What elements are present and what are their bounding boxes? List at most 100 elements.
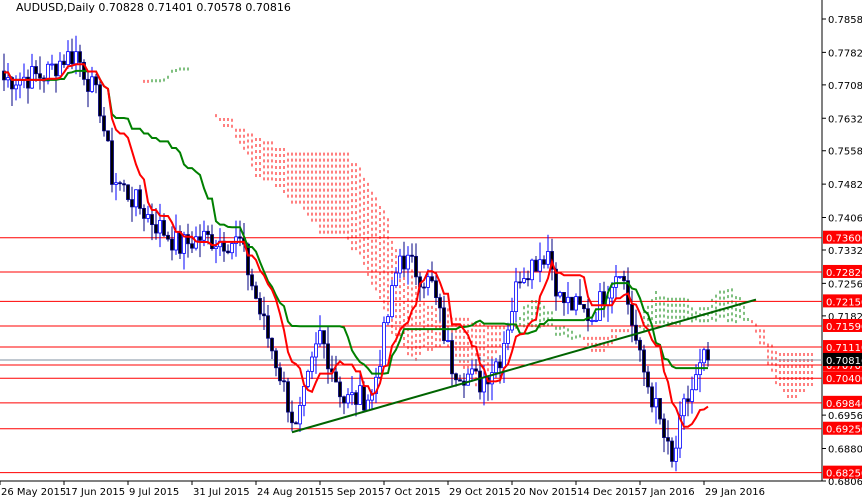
candle-body [430,276,434,282]
candle-body [558,292,562,297]
symbol-label: AUDUSD,Daily [16,1,95,14]
tenkan-sen-line [4,63,709,428]
time-tick-label: 17 Jun 2015 [65,487,125,498]
candle-body [310,356,314,372]
price-tick-label: 0.68800 [828,445,862,456]
level-label: 0.72820 [826,268,862,279]
time-tick-label: 29 Oct 2015 [449,487,511,498]
candle-body [506,329,510,344]
candle-body [286,381,290,413]
candle-body [166,234,170,240]
candle-body [382,322,386,367]
candle-body [78,51,82,63]
candle-body [522,278,526,283]
candle-body [394,272,398,287]
candle-body [274,350,278,369]
candle-body [298,404,302,425]
candle-body [210,234,214,250]
candle-body [534,259,538,272]
time-tick-label: 31 Jul 2015 [193,487,250,498]
candle-body [498,361,502,369]
candle-body [442,307,446,341]
candle-body [138,189,142,209]
candle-body [570,296,574,311]
level-label: 0.71590 [826,322,862,333]
kijun-sen-line [4,69,708,375]
candle-body [682,398,686,417]
candle-body [66,51,70,66]
candle-body [458,379,462,382]
candle-body [574,296,578,311]
candle-body [146,214,150,219]
candle-body [662,418,666,438]
candle-body [270,337,274,352]
candle-body [70,51,74,65]
time-tick-label: 14 Dec 2015 [577,487,641,498]
candle-body [106,130,110,142]
candle-body [666,437,670,442]
candle-body [702,349,706,364]
candle-body [102,115,106,132]
price-tick-label: 0.73320 [828,246,862,257]
candle-body [590,320,594,322]
time-tick-label: 9 Jul 2015 [129,487,179,498]
candle-body [150,214,154,226]
candle-body [50,63,54,66]
candle-body [206,230,210,235]
candle-body [262,313,266,317]
price-tick-label: 0.78580 [828,15,862,26]
candle-body [366,399,370,411]
candle-body [154,224,158,234]
time-tick-label: 7 Jan 2016 [641,487,695,498]
candle-body [546,251,550,265]
candle-body [674,447,678,462]
candle-body [158,220,162,234]
candle-body [118,182,122,185]
candle-body [438,297,442,309]
candle-body [358,385,362,405]
candle-body [174,231,178,251]
candle-body [538,259,542,272]
candle-body [530,259,534,281]
time-tick-label: 26 May 2015 [1,487,66,498]
candle-body [290,411,294,424]
candle-body [334,371,338,383]
candle-body [90,76,94,92]
level-label: 0.70400 [826,374,862,385]
candle-body [258,298,262,315]
candle-body [266,315,270,339]
candle-body [62,60,66,66]
candle-body [582,304,586,310]
ohlc-open: 0.70828 [98,1,144,14]
candle-body [178,231,182,254]
chart-window[interactable]: 0.78580 0.77820 0.77080 0.76320 0.75580 0.748… [0,0,862,500]
candle-body [614,276,618,288]
candle-body [354,392,358,405]
level-label: 0.69250 [826,425,862,436]
candle-body [402,255,406,270]
price-chart[interactable]: 0.78580 0.77820 0.77080 0.76320 0.75580 0.748… [0,0,862,500]
price-tick-label: 0.77820 [828,48,862,59]
candle-body [690,389,694,402]
candle-body [450,340,454,375]
candle-body [474,368,478,372]
candle-body [618,276,622,278]
candle-body [686,398,690,402]
candle-body [622,276,626,282]
candle-body [30,66,34,89]
candle-body [94,76,98,86]
candle-body [514,281,518,312]
candle-body [386,316,390,324]
candle-body [670,440,674,462]
candle-body [482,377,486,393]
candle-body [350,392,354,396]
candle-body [226,250,230,254]
candle-body [578,296,582,305]
candle-body [198,236,202,241]
level-label: 0.68250 [826,469,862,480]
candle-body [510,311,514,331]
candle-body [542,259,546,265]
candle-body [230,243,234,254]
candles [2,35,710,472]
ohlc-high: 0.71401 [147,1,193,14]
